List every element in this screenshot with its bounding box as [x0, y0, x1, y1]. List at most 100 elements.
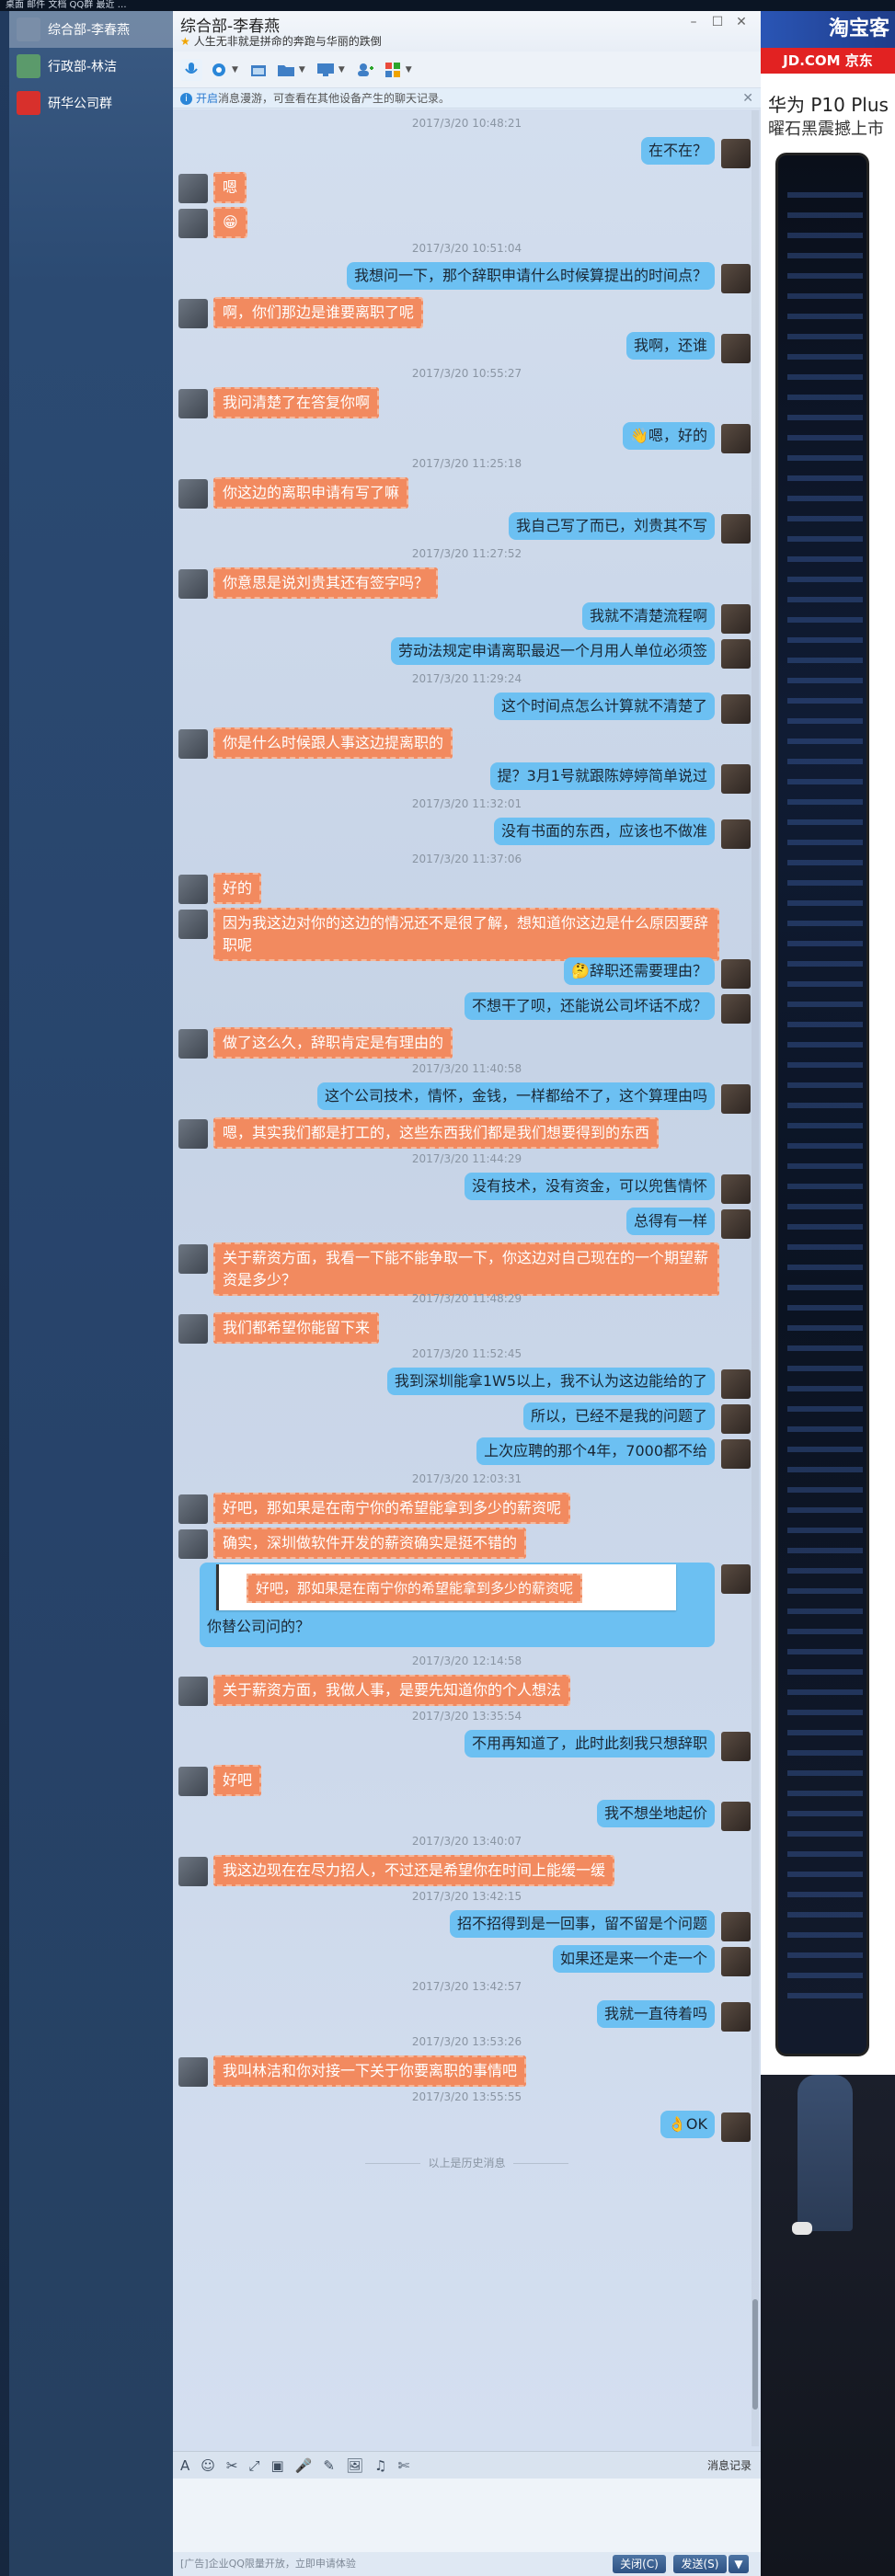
- my-avatar[interactable]: [721, 994, 751, 1024]
- outgoing-message-bubble[interactable]: 劳动法规定申请离职最迟一个月用人单位必须签: [390, 637, 715, 665]
- contact-message-avatar[interactable]: [178, 174, 208, 203]
- contact-message-avatar[interactable]: [178, 209, 208, 238]
- file-transfer-icon[interactable]: [275, 59, 297, 81]
- outgoing-message-bubble[interactable]: 招不招得到是一回事，留不留是个问题: [449, 1910, 715, 1938]
- font-icon[interactable]: A: [180, 2457, 189, 2474]
- my-avatar[interactable]: [721, 1947, 751, 1976]
- my-avatar[interactable]: [721, 1564, 751, 1594]
- outgoing-message-bubble[interactable]: 我啊，还谁: [625, 332, 715, 360]
- outgoing-message-bubble[interactable]: 没有书面的东西，应该也不做准: [493, 818, 715, 845]
- incoming-message-bubble[interactable]: 你是什么时候跟人事这边提离职的: [213, 727, 453, 759]
- incoming-message-bubble[interactable]: 确实，深圳做软件开发的薪资确实是挺不错的: [213, 1528, 527, 1559]
- contact-message-avatar[interactable]: [178, 299, 208, 328]
- contact-message-avatar[interactable]: [178, 569, 208, 599]
- incoming-message-bubble[interactable]: 嗯，其实我们都是打工的，这些东西我们都是我们想要得到的东西: [213, 1117, 660, 1149]
- contact-message-avatar[interactable]: [178, 875, 208, 904]
- chevron-down-icon[interactable]: ▼: [406, 65, 412, 74]
- my-avatar[interactable]: [721, 959, 751, 989]
- my-avatar[interactable]: [721, 819, 751, 849]
- close-chat-button[interactable]: 关闭(C): [613, 2555, 666, 2573]
- enable-roaming-link[interactable]: 开启: [196, 92, 218, 105]
- voice-icon[interactable]: 🎤: [295, 2457, 313, 2474]
- outgoing-message-bubble[interactable]: 🤔辞职还需要理由？: [564, 957, 715, 985]
- contact-message-avatar[interactable]: [178, 910, 208, 939]
- huawei-ad[interactable]: 华为 P10 Plus 曜石黑震撼上市: [761, 74, 895, 2075]
- doodle-icon[interactable]: ✎: [323, 2457, 335, 2474]
- outgoing-message-bubble[interactable]: 在不在？: [640, 137, 715, 165]
- incoming-message-bubble[interactable]: 因为我这边对你的这边的情况还不是很了解，想知道你这边是什么原因要辞职呢: [213, 908, 719, 961]
- contact-message-avatar[interactable]: [178, 1244, 208, 1274]
- send-button[interactable]: 发送(S): [673, 2555, 727, 2573]
- minimize-button[interactable]: –: [683, 13, 705, 31]
- outgoing-message-bubble[interactable]: 我就一直待着吗: [596, 2000, 715, 2028]
- incoming-message-bubble[interactable]: 😁: [213, 207, 247, 238]
- contact-message-avatar[interactable]: [178, 1314, 208, 1344]
- contact-item[interactable]: 行政部-林洁: [9, 48, 173, 85]
- contact-message-avatar[interactable]: [178, 479, 208, 509]
- remote-desktop-icon[interactable]: [315, 59, 337, 81]
- outgoing-message-bubble[interactable]: 我想问一下，那个辞职申请什么时候算提出的时间点？: [346, 262, 715, 290]
- jd-ad[interactable]: JD.COM 京东: [761, 48, 895, 74]
- contact-message-avatar[interactable]: [178, 1767, 208, 1796]
- outgoing-message-bubble[interactable]: 我不想坐地起价: [596, 1800, 715, 1827]
- message-input[interactable]: [173, 2479, 761, 2552]
- incoming-message-bubble[interactable]: 好的: [213, 873, 262, 904]
- taobao-ad[interactable]: 淘宝客: [761, 11, 895, 48]
- notice-close-icon[interactable]: ✕: [742, 88, 753, 109]
- contact-message-avatar[interactable]: [178, 1857, 208, 1886]
- contact-message-avatar[interactable]: [178, 1529, 208, 1559]
- incoming-message-bubble[interactable]: 嗯: [213, 172, 247, 203]
- picture-icon[interactable]: 🖼: [346, 2457, 363, 2474]
- outgoing-message-bubble[interactable]: 这个公司技术，情怀，金钱，一样都给不了，这个算理由吗: [316, 1082, 715, 1110]
- voice-call-icon[interactable]: [180, 58, 202, 81]
- emoji-icon[interactable]: ☺: [201, 2457, 215, 2474]
- fashion-ad-image[interactable]: [761, 2075, 895, 2576]
- outgoing-message-bubble[interactable]: 这个时间点怎么计算就不清楚了: [493, 693, 715, 720]
- my-avatar[interactable]: [721, 604, 751, 634]
- my-avatar[interactable]: [721, 694, 751, 724]
- music-icon[interactable]: ♫: [374, 2457, 386, 2474]
- incoming-message-bubble[interactable]: 你意思是说刘贵其还有签字吗？: [213, 567, 439, 599]
- my-avatar[interactable]: [721, 1404, 751, 1434]
- shake-icon[interactable]: ⤢: [248, 2457, 259, 2474]
- incoming-message-bubble[interactable]: 关于薪资方面，我做人事，是要先知道你的个人想法: [213, 1675, 571, 1706]
- incoming-message-bubble[interactable]: 好吧: [213, 1765, 262, 1796]
- outgoing-message-bubble[interactable]: 上次应聘的那个4年，7000都不给: [476, 1437, 715, 1465]
- incoming-message-bubble[interactable]: 你这边的离职申请有写了嘛: [213, 477, 409, 509]
- outgoing-message-bubble[interactable]: 如果还是来一个走一个: [552, 1945, 715, 1973]
- contact-message-avatar[interactable]: [178, 1677, 208, 1706]
- screenshot-icon[interactable]: [247, 59, 270, 81]
- contact-message-avatar[interactable]: [178, 389, 208, 418]
- my-avatar[interactable]: [721, 2002, 751, 2032]
- video-call-icon[interactable]: [208, 59, 230, 81]
- send-options-button[interactable]: ▼: [729, 2555, 749, 2573]
- my-avatar[interactable]: [721, 764, 751, 794]
- outgoing-message-bubble[interactable]: 不用再知道了，此时此刻我只想辞职: [464, 1730, 715, 1757]
- my-avatar[interactable]: [721, 334, 751, 363]
- quoted-message-bubble[interactable]: 好吧，那如果是在南宁你的希望能拿到多少的薪资呢 你替公司问的？: [200, 1563, 715, 1647]
- contact-item[interactable]: 综合部-李春燕: [9, 11, 173, 48]
- outgoing-message-bubble[interactable]: 👌OK: [660, 2111, 715, 2138]
- my-avatar[interactable]: [721, 1174, 751, 1204]
- my-avatar[interactable]: [721, 1802, 751, 1831]
- add-members-icon[interactable]: [354, 59, 376, 81]
- message-scrollbar[interactable]: [752, 110, 759, 2446]
- incoming-message-bubble[interactable]: 我们都希望你能留下来: [213, 1312, 380, 1344]
- outgoing-message-bubble[interactable]: 我自己写了而已，刘贵其不写: [508, 512, 715, 540]
- my-avatar[interactable]: [721, 424, 751, 453]
- image-icon[interactable]: ▣: [271, 2457, 284, 2474]
- incoming-message-bubble[interactable]: 我叫林洁和你对接一下关于你要离职的事情吧: [213, 2055, 527, 2087]
- outgoing-message-bubble[interactable]: 👋嗯，好的: [623, 422, 715, 450]
- magic-text-icon[interactable]: ✂: [226, 2457, 238, 2474]
- footer-ad-text[interactable]: [广告]企业QQ限量开放，立即申请体验: [180, 2558, 356, 2570]
- message-history-button[interactable]: 消息记录: [707, 2457, 752, 2473]
- contact-message-avatar[interactable]: [178, 1029, 208, 1059]
- outgoing-message-bubble[interactable]: 所以，已经不是我的问题了: [522, 1402, 715, 1430]
- scrollbar-thumb[interactable]: [752, 2299, 758, 2410]
- chevron-down-icon[interactable]: ▼: [232, 65, 238, 74]
- my-avatar[interactable]: [721, 1439, 751, 1469]
- contact-message-avatar[interactable]: [178, 2057, 208, 2087]
- outgoing-message-bubble[interactable]: 总得有一样: [625, 1208, 715, 1235]
- apps-icon[interactable]: [382, 59, 404, 81]
- outgoing-message-bubble[interactable]: 我到深圳能拿1W5以上，我不认为这边能给的了: [386, 1368, 715, 1395]
